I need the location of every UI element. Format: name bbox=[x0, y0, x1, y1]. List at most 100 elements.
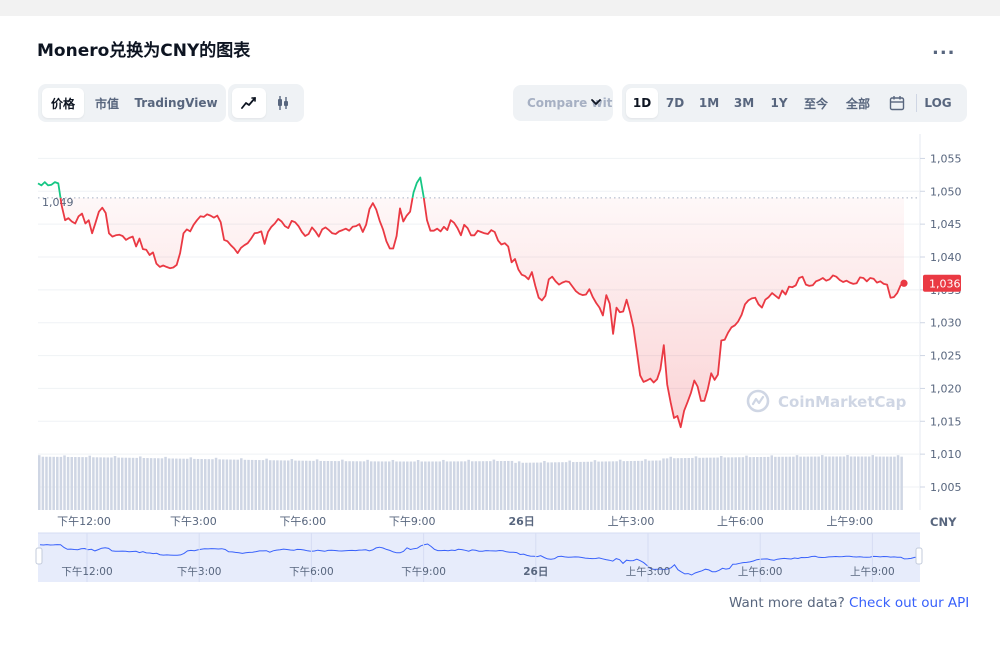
volume-bar bbox=[272, 460, 276, 510]
volume-bar bbox=[200, 459, 203, 510]
volume-bar bbox=[788, 456, 792, 510]
volume-bar bbox=[828, 456, 831, 510]
volume-bar bbox=[535, 462, 539, 510]
volume-bar bbox=[647, 460, 651, 510]
volume-bar bbox=[590, 461, 593, 510]
volume-bar bbox=[193, 458, 196, 510]
current-price-tag: 1,036 bbox=[923, 274, 961, 292]
volume-bar bbox=[297, 460, 301, 510]
volume-bar bbox=[434, 461, 438, 510]
volume-bar bbox=[467, 459, 470, 510]
volume-bar bbox=[124, 457, 128, 510]
x-tick-label: 上午6:00 bbox=[717, 515, 764, 528]
volume-bar bbox=[232, 459, 236, 510]
volume-bar bbox=[857, 456, 860, 510]
navigator-tick-label: 上午6:00 bbox=[738, 565, 783, 578]
volume-bar bbox=[77, 457, 81, 510]
volume-bar bbox=[564, 462, 568, 510]
api-link[interactable]: Check out our API bbox=[849, 595, 969, 611]
volume-bar bbox=[539, 462, 543, 510]
volume-bar bbox=[730, 457, 734, 510]
volume-bar bbox=[543, 460, 546, 510]
volume-bar bbox=[867, 456, 871, 510]
volume-bar bbox=[745, 455, 748, 510]
volume-bar bbox=[781, 456, 784, 510]
volume-bar bbox=[503, 460, 506, 510]
volume-bar bbox=[582, 461, 586, 510]
volume-bar bbox=[795, 455, 799, 510]
volume-bar bbox=[110, 457, 113, 510]
volume-bar bbox=[759, 456, 763, 510]
volume-bar bbox=[276, 460, 279, 510]
volume-bar bbox=[485, 461, 488, 510]
volume-bar bbox=[120, 457, 124, 510]
volume-bar bbox=[250, 459, 254, 510]
volume-bar bbox=[835, 456, 838, 510]
volume-bar bbox=[139, 456, 142, 510]
volume-bar bbox=[896, 455, 900, 510]
volume-bar bbox=[445, 461, 449, 510]
volume-bar bbox=[308, 460, 312, 510]
watermark-text: CoinMarketCap bbox=[778, 393, 907, 411]
volume-bar bbox=[802, 456, 806, 510]
volume-bar bbox=[341, 459, 344, 510]
volume-bar bbox=[413, 461, 416, 510]
volume-bar bbox=[66, 456, 70, 510]
y-tick-label: 1,055 bbox=[930, 152, 962, 165]
volume-bar bbox=[229, 459, 232, 510]
range-navigator[interactable]: 下午12:00 下午3:00 下午6:00 下午9:00 26日 上午3:00 上午6:00… bbox=[35, 532, 923, 582]
volume-bar bbox=[52, 456, 55, 510]
volume-bar bbox=[84, 457, 88, 510]
volume-bar bbox=[312, 460, 315, 510]
volume-bar bbox=[691, 457, 694, 510]
volume-bar bbox=[723, 457, 727, 510]
volume-bar bbox=[727, 457, 730, 510]
volume-bar bbox=[81, 457, 84, 510]
navigator-right-handle[interactable] bbox=[915, 547, 923, 565]
volume-bar bbox=[153, 458, 156, 510]
x-tick-label: 下午12:00 bbox=[57, 515, 111, 528]
volume-bar bbox=[160, 458, 164, 510]
price-area-fill bbox=[60, 197, 904, 428]
volume-bar bbox=[611, 461, 615, 510]
volume-bar bbox=[593, 460, 597, 510]
volume-bar bbox=[878, 456, 882, 510]
volume-bar bbox=[626, 461, 629, 510]
volume-bar bbox=[875, 456, 878, 510]
volume-bar bbox=[388, 461, 391, 510]
volume-bar bbox=[507, 460, 510, 510]
volume-bar bbox=[424, 461, 427, 510]
navigator-left-handle[interactable] bbox=[35, 547, 43, 565]
volume-bar bbox=[431, 461, 434, 510]
volume-bar bbox=[189, 457, 193, 510]
volume-bar bbox=[142, 458, 146, 510]
currency-label: CNY bbox=[930, 515, 957, 529]
volume-bar bbox=[640, 460, 644, 510]
volume-bar bbox=[442, 459, 445, 510]
volume-bar bbox=[218, 459, 221, 510]
x-tick-label: 下午9:00 bbox=[389, 515, 436, 528]
volume-bar bbox=[48, 456, 52, 510]
volume-bar bbox=[337, 461, 340, 510]
volume-bar bbox=[698, 457, 701, 510]
volume-bar bbox=[846, 455, 849, 510]
navigator-tick-label: 上午3:00 bbox=[626, 565, 671, 578]
navigator-tick-label: 下午9:00 bbox=[401, 565, 446, 578]
volume-bar bbox=[41, 456, 45, 510]
volume-bar bbox=[420, 461, 423, 510]
y-tick-label: 1,020 bbox=[930, 382, 962, 395]
volume-bar bbox=[636, 460, 640, 510]
volume-bar bbox=[175, 458, 178, 510]
y-tick-label: 1,015 bbox=[930, 415, 962, 428]
y-tick-label: 1,010 bbox=[930, 448, 962, 461]
volume-bar bbox=[377, 461, 380, 510]
volume-bar bbox=[268, 460, 272, 510]
volume-bar bbox=[705, 457, 709, 510]
x-tick-label: 上午3:00 bbox=[608, 515, 655, 528]
navigator-tick-label: 下午12:00 bbox=[61, 565, 112, 578]
volume-bar bbox=[95, 457, 99, 510]
volume-bar bbox=[63, 455, 66, 510]
volume-bar bbox=[330, 461, 333, 510]
volume-bar bbox=[203, 459, 207, 510]
volume-bar bbox=[106, 457, 110, 510]
